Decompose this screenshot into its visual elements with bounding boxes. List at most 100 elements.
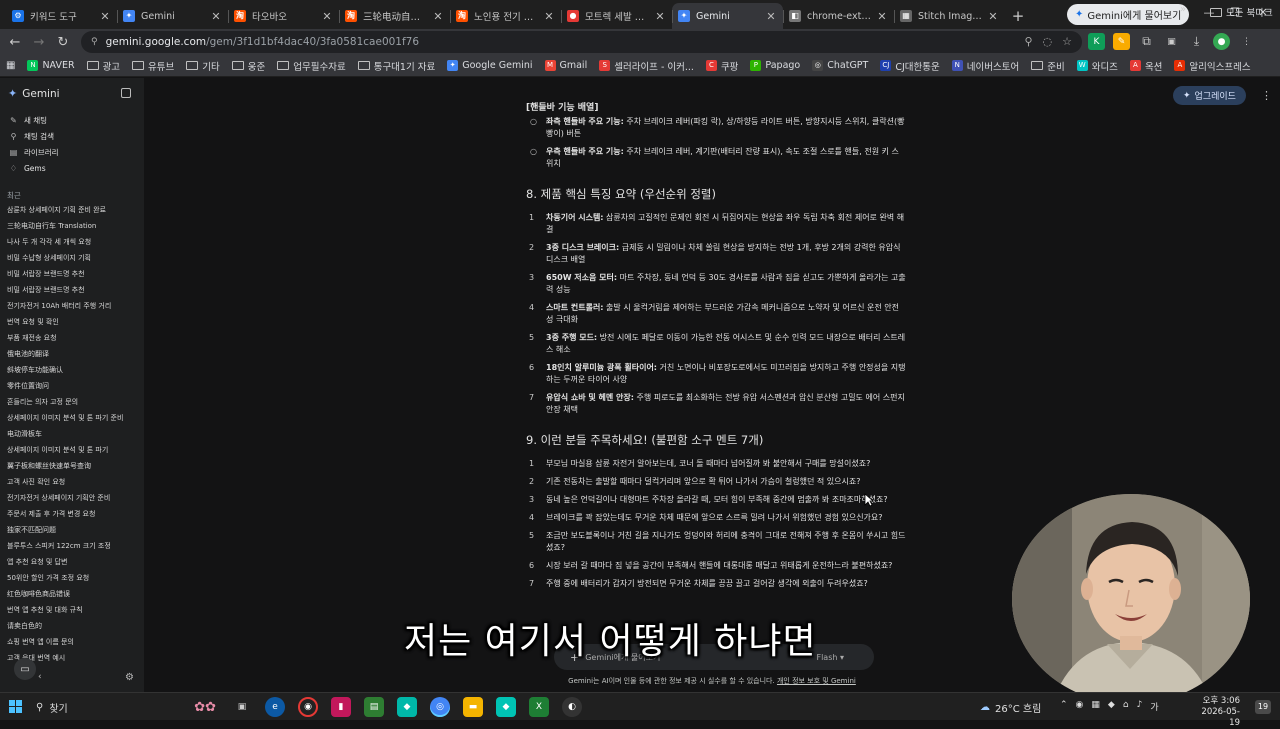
- reload-icon[interactable]: ↻: [51, 30, 75, 54]
- collapse-arrow-icon[interactable]: ‹: [38, 672, 42, 682]
- download-icon[interactable]: ⤓: [1188, 33, 1205, 50]
- browser-tab[interactable]: ✦ Gemini ✕: [117, 3, 228, 29]
- bookmark-item[interactable]: 웅준: [231, 59, 265, 73]
- recent-chat-item[interactable]: 零件位置询问: [7, 381, 139, 397]
- recent-chat-item[interactable]: 翼子板和螺丝快速单号查询: [7, 461, 139, 477]
- recent-chat-item[interactable]: 쇼핑 번역 앱 이름 문의: [7, 637, 139, 653]
- app-icon[interactable]: ▮: [331, 697, 351, 717]
- tab-close-icon[interactable]: ✕: [654, 10, 666, 23]
- recent-chat-item[interactable]: 斜坡停车功能确认: [7, 365, 139, 381]
- extension-icon[interactable]: ✎: [1113, 33, 1130, 50]
- bookmark-item[interactable]: 광고: [86, 59, 120, 73]
- settings-gear-icon[interactable]: ⚙: [125, 672, 134, 683]
- tab-close-icon[interactable]: ✕: [543, 10, 555, 23]
- recent-chat-item[interactable]: 50위안 할인 가격 조정 요청: [7, 573, 139, 589]
- tab-close-icon[interactable]: ✕: [765, 10, 777, 23]
- sidebar-nav-item[interactable]: ⚲ 채팅 검색: [9, 128, 59, 144]
- browser-tab[interactable]: 淘三轮电动自行车 ✕: [339, 3, 450, 29]
- task-view-icon[interactable]: ▣: [232, 697, 252, 717]
- bookmark-item[interactable]: 준비: [1031, 59, 1065, 73]
- file-explorer-icon[interactable]: ▬: [463, 697, 483, 717]
- bookmark-item[interactable]: N 네이버스토어: [951, 59, 1019, 73]
- upgrade-button[interactable]: ✦ 업그레이드: [1173, 86, 1246, 105]
- bookmark-item[interactable]: A 옥션: [1129, 59, 1162, 73]
- site-info-icon[interactable]: ⚲: [91, 37, 98, 47]
- recent-chat-item[interactable]: 俄电池的翻译: [7, 349, 139, 365]
- recent-chat-item[interactable]: 번역 요청 및 확인: [7, 317, 139, 333]
- tray-app-icon[interactable]: ▦: [1091, 700, 1100, 713]
- recent-chat-item[interactable]: 请卖白色的: [7, 621, 139, 637]
- more-options-icon[interactable]: ⋮: [1261, 89, 1272, 102]
- sidebar-nav-item[interactable]: ♢ Gems: [9, 160, 59, 176]
- recent-chat-item[interactable]: 비밀 서랍장 브랜드명 추천: [7, 285, 139, 301]
- recent-chat-item[interactable]: 전기자전거 상세페이지 기획안 준비: [7, 493, 139, 509]
- bookmark-item[interactable]: A 알리익스프레스: [1174, 59, 1251, 73]
- recent-chat-item[interactable]: 红色咖啡色商品错误: [7, 589, 139, 605]
- bookmark-item[interactable]: W 와디즈: [1076, 59, 1118, 73]
- bookmark-item[interactable]: ✦ Google Gemini: [447, 59, 533, 73]
- browser-tab[interactable]: ● 모트렉 세발 전기 ✕: [561, 3, 672, 29]
- tab-close-icon[interactable]: ✕: [321, 10, 333, 23]
- browser-tab[interactable]: ⚙ 키워드 도구 ✕: [6, 3, 117, 29]
- windows-start-icon[interactable]: [9, 700, 22, 713]
- tab-close-icon[interactable]: ✕: [99, 10, 111, 23]
- profile-avatar[interactable]: ●: [1213, 33, 1230, 50]
- volume-icon[interactable]: ♪: [1137, 700, 1143, 713]
- sidebar-nav-item[interactable]: ▤ 라이브러리: [9, 144, 59, 160]
- bookmark-item[interactable]: 업무필수자료: [277, 59, 346, 73]
- recent-chat-item[interactable]: 블루투스 스피커 122cm 크기 조정: [7, 541, 139, 557]
- network-icon[interactable]: ⌂: [1123, 700, 1129, 713]
- model-selector[interactable]: Flash ▾: [816, 653, 844, 662]
- recent-chat-item[interactable]: 주문서 제출 후 가격 변경 요청: [7, 509, 139, 525]
- recent-chat-item[interactable]: 앱 추천 요청 및 답변: [7, 557, 139, 573]
- back-arrow-icon[interactable]: ←: [3, 30, 27, 54]
- tab-close-icon[interactable]: ✕: [987, 10, 999, 23]
- taskbar-search[interactable]: ⚲ 찾기 ✿✿: [36, 697, 216, 717]
- browser-tab[interactable]: ◧ chrome-extension ✕: [783, 3, 894, 29]
- bookmark-item[interactable]: S 셀러라이프 - 이커...: [599, 59, 694, 73]
- new-tab-icon[interactable]: +: [1005, 3, 1031, 29]
- browser-tab[interactable]: ✦ Gemini ✕: [672, 3, 783, 29]
- recent-chat-item[interactable]: 비밀 수납형 상세페이지 기획: [7, 253, 139, 269]
- recent-chat-item[interactable]: 电动滑板车: [7, 429, 139, 445]
- tab-close-icon[interactable]: ✕: [876, 10, 888, 23]
- clock[interactable]: 오후 3:06 2026-05-19: [1192, 696, 1240, 729]
- bookmark-item[interactable]: 기타: [186, 59, 220, 73]
- extensions-puzzle-icon[interactable]: ⧉: [1138, 33, 1155, 50]
- apps-grid-icon[interactable]: ▦: [6, 60, 15, 71]
- tray-app-icon[interactable]: ◆: [1108, 700, 1115, 713]
- bookmark-item[interactable]: 통구대1기 자료: [357, 59, 435, 73]
- recent-chat-item[interactable]: 상세페이지 이미지 분석 및 톤 파기: [7, 445, 139, 461]
- ask-gemini-button[interactable]: ✦ Gemini에게 물어보기: [1067, 4, 1190, 25]
- recent-chat-item[interactable]: 번역 앱 추천 및 대화 규칙: [7, 605, 139, 621]
- sidepanel-icon[interactable]: ▣: [1163, 33, 1180, 50]
- menu-kebab-icon[interactable]: ⋮: [1238, 33, 1255, 50]
- gemini-brand[interactable]: ✦ Gemini: [8, 87, 60, 100]
- app-icon[interactable]: ◐: [562, 697, 582, 717]
- browser-tab[interactable]: 淘 타오바오 ✕: [228, 3, 339, 29]
- app-icon[interactable]: ◉: [298, 697, 318, 717]
- bookmark-item[interactable]: 유튜브: [132, 59, 174, 73]
- recent-chat-item[interactable]: 비밀 서랍장 브랜드명 추천: [7, 269, 139, 285]
- recent-chat-item[interactable]: 부품 재전송 요청: [7, 333, 139, 349]
- bookmark-item[interactable]: ◎ ChatGPT: [812, 59, 868, 73]
- address-bar[interactable]: ⚲ gemini.google.com/gem/3f1d1bf4dac40/3f…: [81, 31, 1082, 53]
- bookmark-item[interactable]: M Gmail: [544, 59, 587, 73]
- sidebar-toggle-icon[interactable]: [121, 88, 131, 98]
- privacy-link[interactable]: 개인 정보 보호 및 Gemini: [777, 677, 856, 685]
- weather-widget[interactable]: ☁ 26°C 흐림: [980, 700, 1041, 715]
- browser-tab[interactable]: 淘 노인용 전기 삼륜 ✕: [450, 3, 561, 29]
- ime-icon[interactable]: 가: [1150, 700, 1158, 713]
- chat-bubble-icon[interactable]: ▭: [14, 658, 36, 680]
- tray-app-icon[interactable]: ◉: [1076, 700, 1084, 713]
- recent-chat-item[interactable]: 三轮电动自行车 Translation: [7, 221, 139, 237]
- eye-off-icon[interactable]: ◌: [1043, 35, 1053, 48]
- chevron-up-icon[interactable]: ⌃: [1060, 700, 1068, 713]
- app-icon[interactable]: ◆: [397, 697, 417, 717]
- chrome-browser-icon[interactable]: ◎: [430, 697, 450, 717]
- tab-close-icon[interactable]: ✕: [210, 10, 222, 23]
- bookmark-star-icon[interactable]: ☆: [1062, 35, 1072, 48]
- tab-close-icon[interactable]: ✕: [432, 10, 444, 23]
- bookmark-item[interactable]: CJ CJ대한통운: [880, 59, 940, 73]
- recent-chat-item[interactable]: 나사 두 개 각각 세 개씩 요청: [7, 237, 139, 253]
